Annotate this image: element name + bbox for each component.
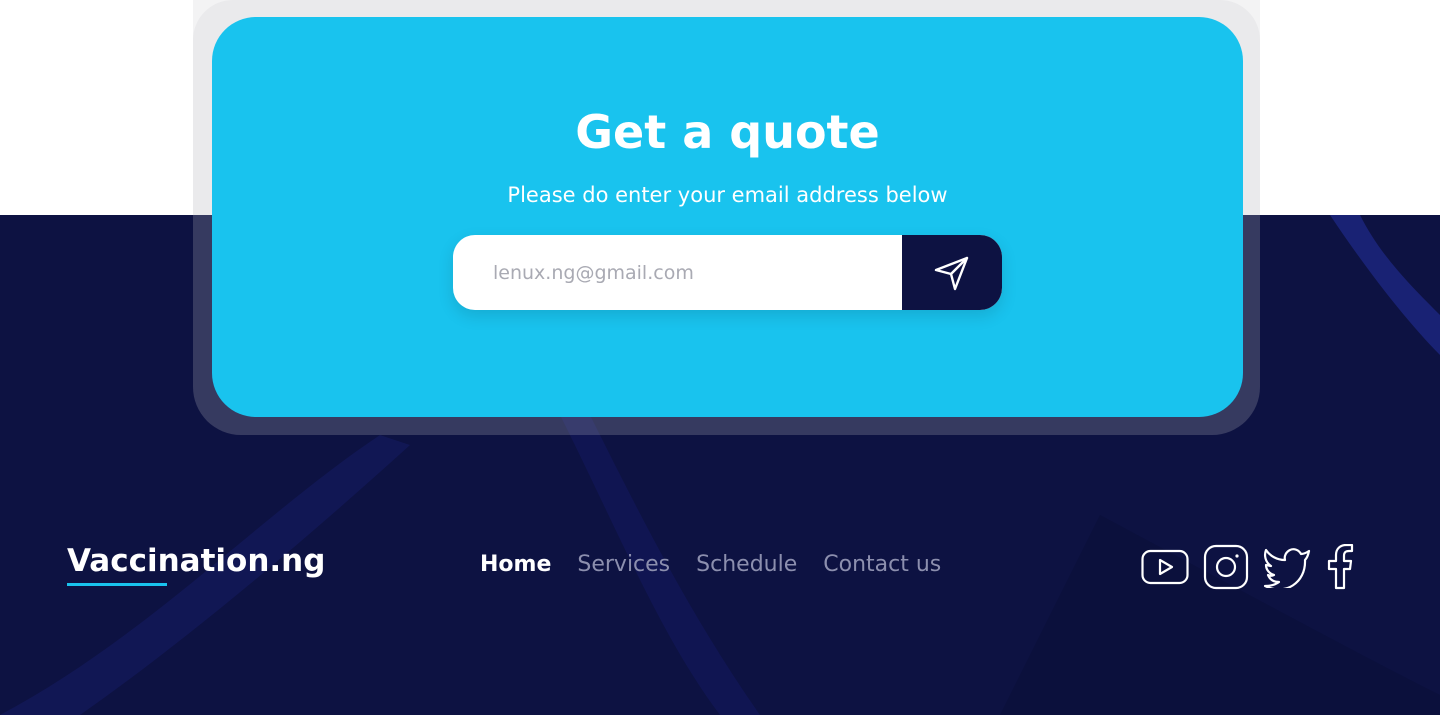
facebook-icon[interactable] xyxy=(1325,543,1355,594)
nav-home[interactable]: Home xyxy=(480,552,551,577)
youtube-icon[interactable] xyxy=(1141,549,1189,589)
instagram-icon[interactable] xyxy=(1203,544,1249,594)
nav-services[interactable]: Services xyxy=(577,552,670,577)
send-icon xyxy=(934,256,969,290)
brand-logo[interactable]: Vaccination.ng xyxy=(67,543,325,579)
footer-nav: Home Services Schedule Contact us xyxy=(480,552,941,577)
nav-schedule[interactable]: Schedule xyxy=(696,552,797,577)
email-input[interactable] xyxy=(453,235,902,310)
twitter-icon[interactable] xyxy=(1263,546,1311,592)
nav-contact-us[interactable]: Contact us xyxy=(823,552,941,577)
brand-underline xyxy=(67,583,167,586)
quote-card: Get a quote Please do enter your email a… xyxy=(212,17,1243,417)
email-subscribe-form xyxy=(453,235,1002,310)
quote-subtitle: Please do enter your email address below xyxy=(507,183,948,207)
social-links xyxy=(1141,543,1355,594)
send-button[interactable] xyxy=(902,235,1002,310)
quote-title: Get a quote xyxy=(575,105,880,159)
